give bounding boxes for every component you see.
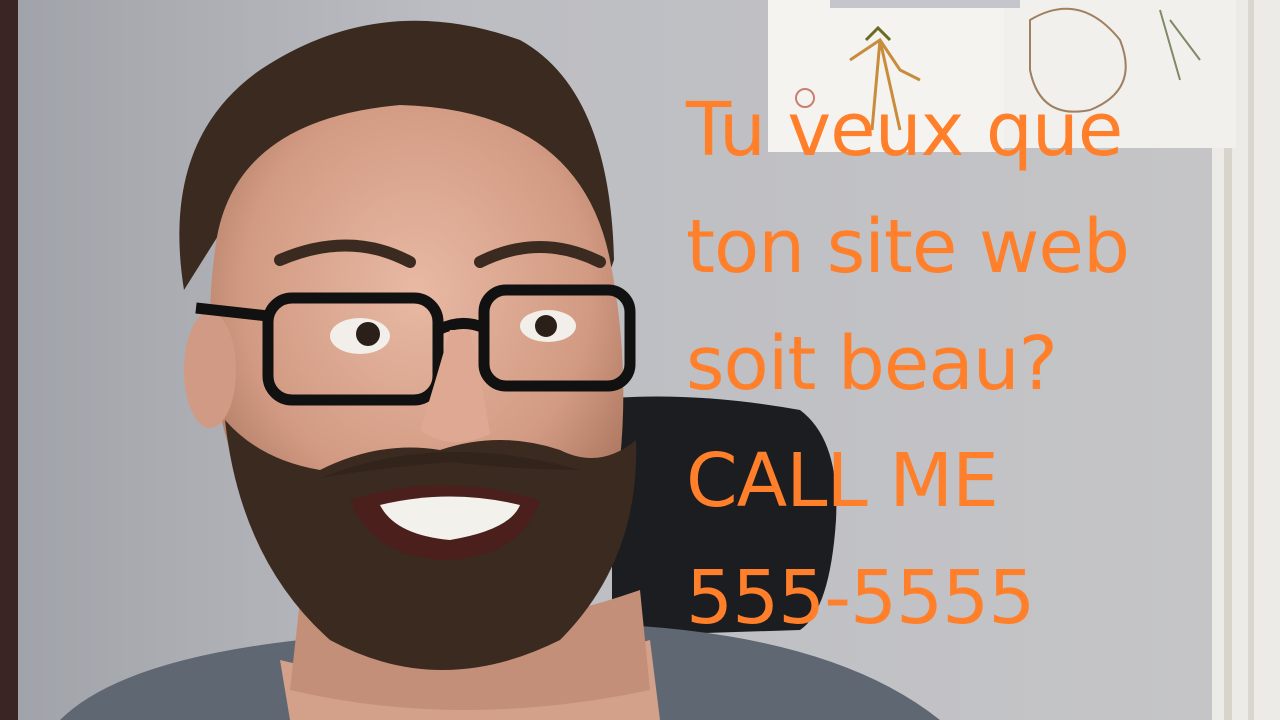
- ear: [184, 312, 236, 428]
- left-edge-shadow: [0, 0, 18, 720]
- overlay-line-3: soit beau?: [686, 321, 1058, 407]
- overlay-line-5: 555-5555: [686, 555, 1035, 641]
- overlay-line-1: Tu veux que: [686, 87, 1123, 173]
- webcam-photo: Tu veux que ton site web soit beau? CALL…: [0, 0, 1280, 720]
- call-me-overlay-text: Tu veux que ton site web soit beau? CALL…: [686, 72, 1246, 657]
- overlay-line-4: CALL ME: [686, 438, 999, 524]
- overlay-line-2: ton site web: [686, 204, 1130, 290]
